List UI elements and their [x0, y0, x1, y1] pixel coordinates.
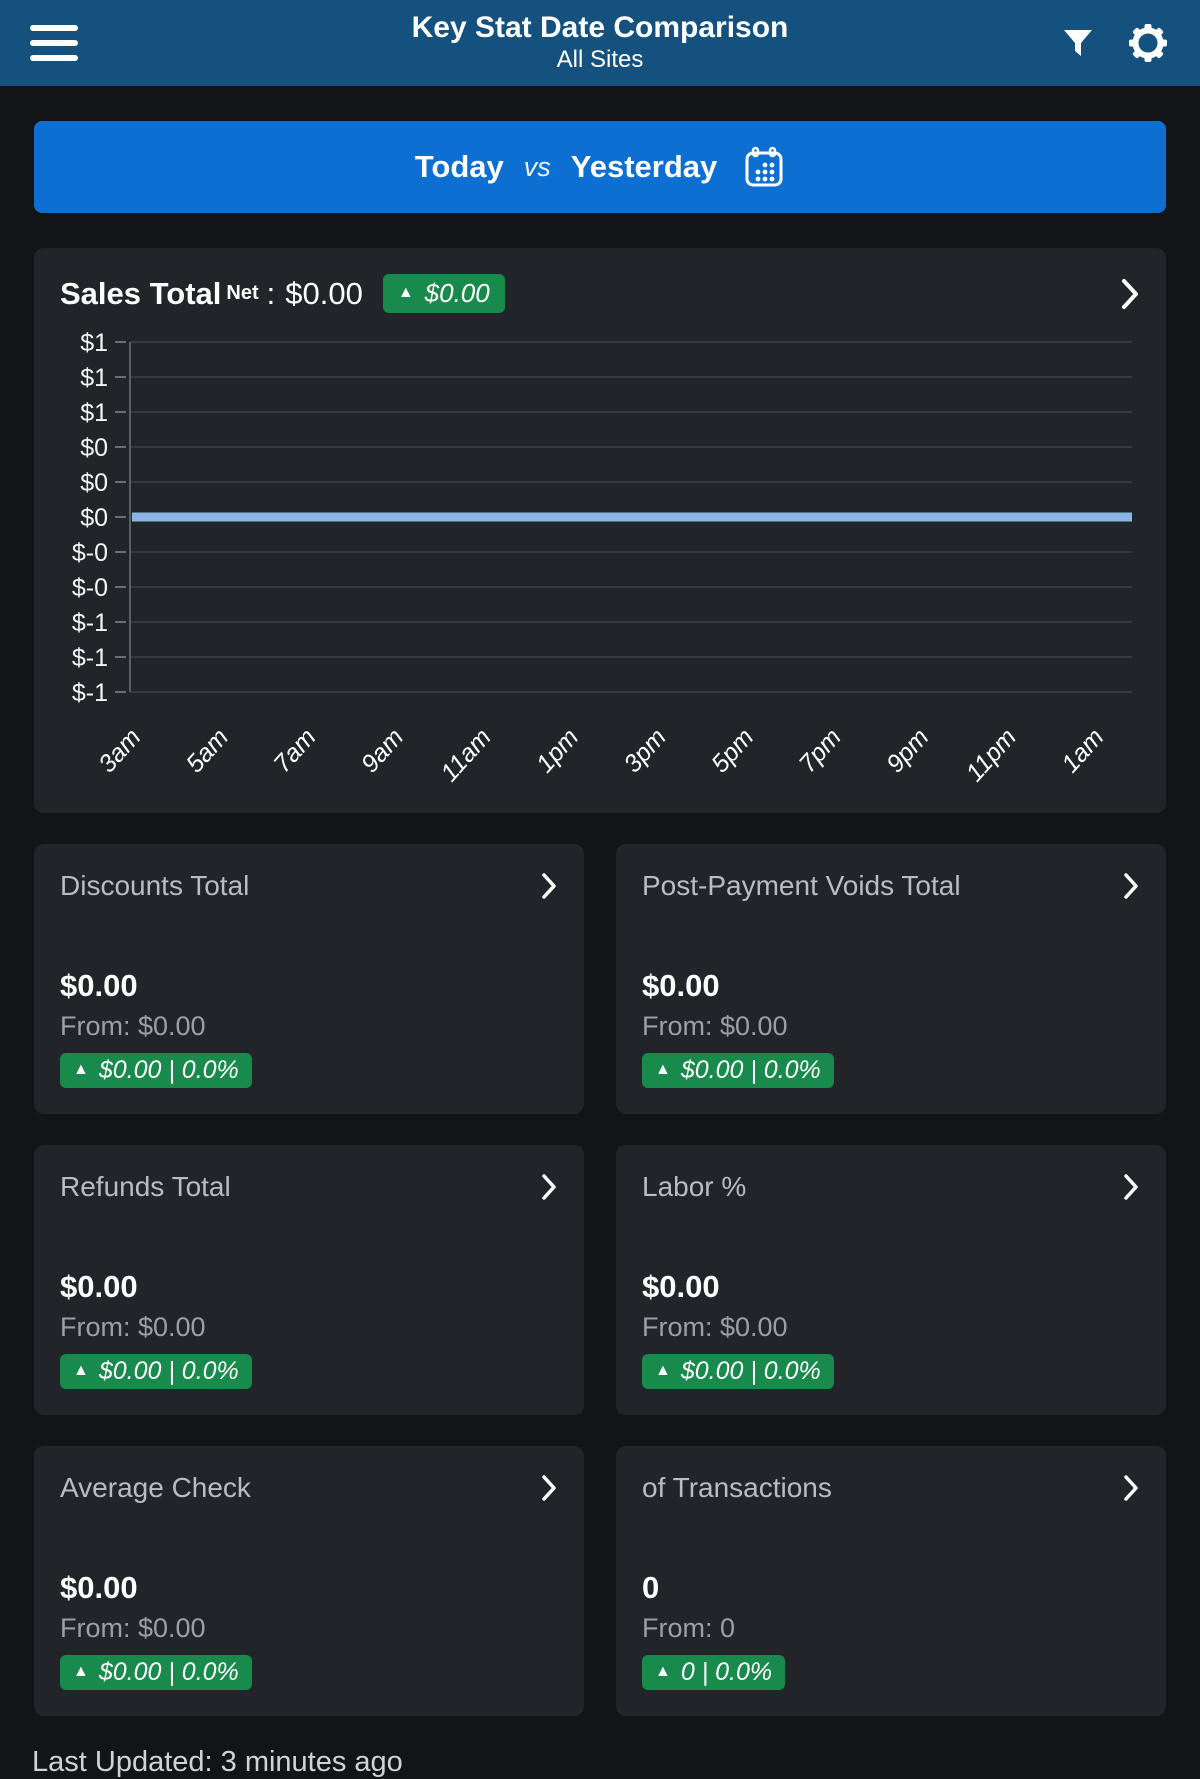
- stat-change-badge: ▲ $0.00 | 0.0%: [60, 1354, 252, 1389]
- stat-change-text: $0.00 | 0.0%: [99, 1658, 239, 1687]
- chevron-right-icon[interactable]: [1122, 871, 1140, 901]
- app-bar: Key Stat Date Comparison All Sites: [0, 0, 1200, 86]
- svg-text:$1: $1: [80, 329, 108, 357]
- stat-value: $0.00: [60, 968, 558, 1004]
- sales-net-superscript: Net: [226, 282, 258, 305]
- stats-grid: Discounts Total $0.00 From: $0.00 ▲ $0.0…: [34, 844, 1166, 1716]
- svg-text:5am: 5am: [181, 723, 234, 778]
- svg-text:$-0: $-0: [72, 574, 108, 602]
- stat-change-badge: ▲ $0.00 | 0.0%: [642, 1053, 834, 1088]
- stat-change-badge: ▲ $0.00 | 0.0%: [60, 1655, 252, 1690]
- svg-text:$1: $1: [80, 364, 108, 392]
- chevron-right-icon[interactable]: [1120, 277, 1140, 311]
- chevron-right-icon[interactable]: [540, 1172, 558, 1202]
- stat-change-text: $0.00 | 0.0%: [99, 1056, 239, 1085]
- svg-text:$-1: $-1: [72, 679, 108, 707]
- date-secondary-label: Yesterday: [571, 149, 718, 185]
- svg-text:7pm: 7pm: [793, 723, 846, 778]
- up-arrow-icon: ▲: [655, 1664, 671, 1680]
- stat-change-text: $0.00 | 0.0%: [99, 1357, 239, 1386]
- svg-text:1pm: 1pm: [531, 723, 584, 778]
- stat-change-badge: ▲ $0.00 | 0.0%: [60, 1053, 252, 1088]
- stat-from-value: From: 0: [642, 1613, 1140, 1644]
- svg-text:$0: $0: [80, 434, 108, 462]
- last-updated-text: Last Updated: 3 minutes ago: [32, 1746, 1200, 1779]
- svg-text:7am: 7am: [268, 723, 321, 778]
- sales-card-header: Sales Total Net : $0.00 ▲ $0.00: [60, 274, 1140, 313]
- stat-from-value: From: $0.00: [60, 1613, 558, 1644]
- svg-text:$0: $0: [80, 469, 108, 497]
- sales-value: $0.00: [285, 276, 363, 312]
- chevron-right-icon[interactable]: [1122, 1473, 1140, 1503]
- app-bar-titles: Key Stat Date Comparison All Sites: [0, 12, 1200, 75]
- stat-from-value: From: $0.00: [60, 1011, 558, 1042]
- up-arrow-icon: ▲: [655, 1363, 671, 1379]
- stat-title: Discounts Total: [60, 870, 249, 902]
- svg-text:11pm: 11pm: [960, 723, 1021, 787]
- sales-card-title: Sales Total: [60, 276, 221, 312]
- stat-title: Labor %: [642, 1171, 746, 1203]
- svg-text:3am: 3am: [93, 723, 146, 778]
- svg-text:9pm: 9pm: [881, 723, 934, 778]
- date-primary-label: Today: [415, 149, 504, 185]
- filter-icon[interactable]: [1058, 23, 1098, 63]
- stat-change-text: 0 | 0.0%: [681, 1658, 772, 1687]
- sales-chart: $1 $1 $1 $0 $0 $0 $-0 $-0 $-1 $-1 $-1 3am 5am 7am 9am 1…: [60, 327, 1140, 802]
- svg-text:$-1: $-1: [72, 609, 108, 637]
- svg-text:$-1: $-1: [72, 644, 108, 672]
- sales-change-badge: ▲ $0.00: [383, 274, 505, 313]
- stat-from-value: From: $0.00: [642, 1312, 1140, 1343]
- up-arrow-icon: ▲: [398, 285, 414, 301]
- menu-icon[interactable]: [30, 25, 78, 61]
- svg-text:$1: $1: [80, 399, 108, 427]
- stat-card-average-check[interactable]: Average Check $0.00 From: $0.00 ▲ $0.00 …: [34, 1446, 584, 1716]
- date-comparison-banner[interactable]: Today vs Yesterday: [34, 121, 1166, 213]
- stat-value: 0: [642, 1570, 1140, 1606]
- sales-change-text: $0.00: [425, 278, 490, 309]
- stat-title: Post-Payment Voids Total: [642, 870, 961, 902]
- svg-text:$0: $0: [80, 504, 108, 532]
- stat-title: of Transactions: [642, 1472, 832, 1504]
- page-subtitle: All Sites: [0, 46, 1200, 74]
- stat-card-labor-percent[interactable]: Labor % $0.00 From: $0.00 ▲ $0.00 | 0.0%: [616, 1145, 1166, 1415]
- chevron-right-icon[interactable]: [540, 871, 558, 901]
- up-arrow-icon: ▲: [655, 1062, 671, 1078]
- stat-card-transactions[interactable]: of Transactions 0 From: 0 ▲ 0 | 0.0%: [616, 1446, 1166, 1716]
- stat-value: $0.00: [642, 1269, 1140, 1305]
- stat-change-text: $0.00 | 0.0%: [681, 1357, 821, 1386]
- stat-change-badge: ▲ 0 | 0.0%: [642, 1655, 785, 1690]
- sales-total-card: Sales Total Net : $0.00 ▲ $0.00 $1 $1 $1 $0…: [34, 248, 1166, 813]
- svg-text:3pm: 3pm: [618, 723, 671, 778]
- stat-value: $0.00: [642, 968, 1140, 1004]
- stat-change-badge: ▲ $0.00 | 0.0%: [642, 1354, 834, 1389]
- stat-from-value: From: $0.00: [642, 1011, 1140, 1042]
- app-bar-actions: [1058, 21, 1170, 65]
- sales-separator: :: [267, 276, 276, 312]
- svg-text:$-0: $-0: [72, 539, 108, 567]
- stat-value: $0.00: [60, 1570, 558, 1606]
- chevron-right-icon[interactable]: [540, 1473, 558, 1503]
- stat-card-refunds-total[interactable]: Refunds Total $0.00 From: $0.00 ▲ $0.00 …: [34, 1145, 584, 1415]
- calendar-icon: [743, 145, 785, 189]
- svg-text:5pm: 5pm: [706, 723, 759, 778]
- stat-change-text: $0.00 | 0.0%: [681, 1056, 821, 1085]
- stat-title: Refunds Total: [60, 1171, 231, 1203]
- page-title: Key Stat Date Comparison: [0, 12, 1200, 44]
- gear-icon[interactable]: [1126, 21, 1170, 65]
- chevron-right-icon[interactable]: [1122, 1172, 1140, 1202]
- svg-text:1am: 1am: [1056, 723, 1109, 778]
- stat-title: Average Check: [60, 1472, 251, 1504]
- stat-from-value: From: $0.00: [60, 1312, 558, 1343]
- stat-value: $0.00: [60, 1269, 558, 1305]
- up-arrow-icon: ▲: [73, 1664, 89, 1680]
- stat-card-discounts-total[interactable]: Discounts Total $0.00 From: $0.00 ▲ $0.0…: [34, 844, 584, 1114]
- vs-label: vs: [524, 152, 551, 183]
- up-arrow-icon: ▲: [73, 1363, 89, 1379]
- stat-card-post-payment-voids-total[interactable]: Post-Payment Voids Total $0.00 From: $0.…: [616, 844, 1166, 1114]
- svg-text:9am: 9am: [356, 723, 409, 778]
- svg-text:11am: 11am: [435, 723, 496, 787]
- up-arrow-icon: ▲: [73, 1062, 89, 1078]
